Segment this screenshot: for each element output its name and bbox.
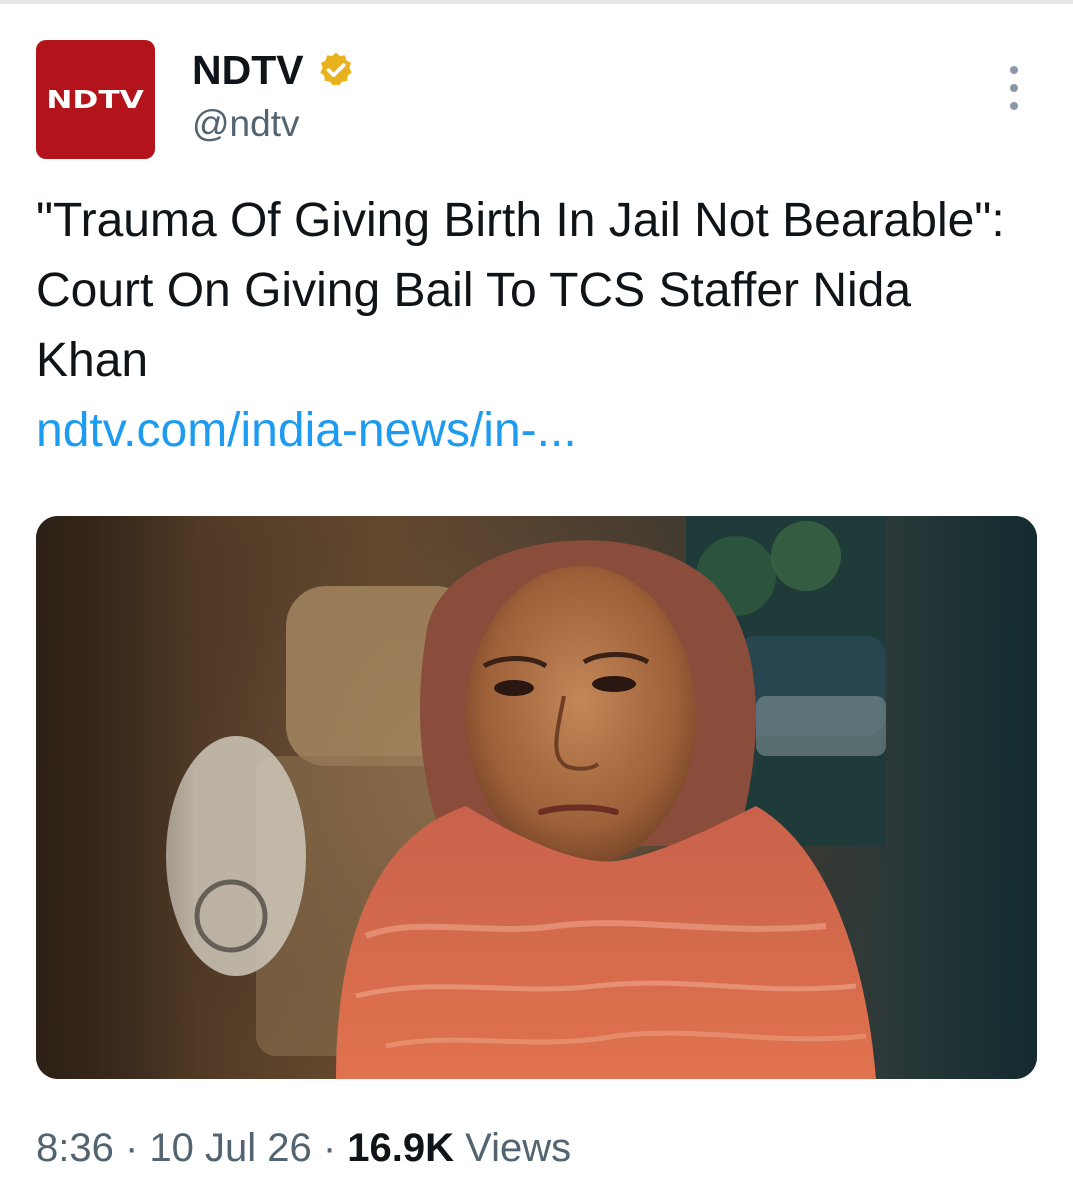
- tweet-photo[interactable]: [36, 516, 1037, 1079]
- meta-separator: ·: [311, 1126, 348, 1170]
- more-dot: [1010, 102, 1018, 110]
- tweet-text: "Trauma Of Giving Birth In Jail Not Bear…: [36, 194, 1005, 387]
- views-count: 16.9K: [347, 1126, 455, 1170]
- avatar[interactable]: NDTV: [36, 40, 155, 159]
- views-label: Views: [454, 1126, 572, 1170]
- tweet-time[interactable]: 8:36: [36, 1126, 114, 1170]
- author-name-row: NDTV: [192, 42, 356, 98]
- tweet-date[interactable]: 10 Jul 26: [149, 1126, 311, 1170]
- author-handle[interactable]: @ndtv: [192, 98, 300, 150]
- avatar-logo-text: NDTV: [46, 85, 145, 114]
- tweet-metadata: 8:36 · 10 Jul 26 · 16.9K Views: [36, 1118, 571, 1178]
- top-divider: [0, 0, 1073, 4]
- author-display-name[interactable]: NDTV: [192, 42, 304, 98]
- verified-badge-icon: [316, 50, 356, 90]
- tweet-link[interactable]: ndtv.com/india-news/in-...: [36, 396, 577, 466]
- meta-separator: ·: [113, 1126, 150, 1170]
- more-options-icon[interactable]: [997, 66, 1031, 110]
- more-dot: [1010, 66, 1018, 74]
- more-dot: [1010, 84, 1018, 92]
